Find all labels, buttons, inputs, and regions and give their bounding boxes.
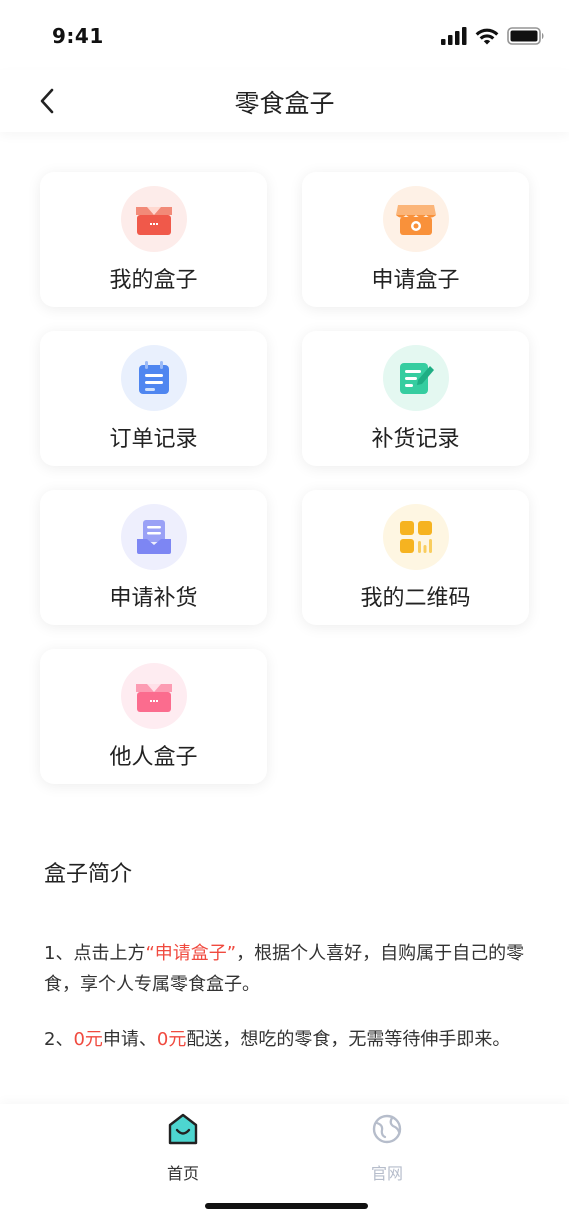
intro-title: 盒子简介 (44, 862, 133, 887)
tile-my-qr-code[interactable]: 我的二维码 (302, 490, 529, 625)
page-title: 零食盒子 (234, 89, 335, 118)
shop-stall-icon (382, 186, 449, 252)
intro-highlight: 0元 (156, 1029, 187, 1050)
globe-icon (372, 1114, 402, 1144)
tab-label: 官网 (370, 1164, 403, 1183)
calendar-list-icon (120, 345, 187, 411)
red-box-icon (120, 186, 187, 252)
tile-others-box[interactable]: 他人盒子 (40, 649, 267, 784)
intro-text: 1、点击上方 (44, 943, 146, 964)
tile-apply-restock[interactable]: 申请补货 (40, 490, 267, 625)
intro-highlight: 0元 (73, 1029, 103, 1050)
tile-order-records[interactable]: 订单记录 (40, 331, 267, 466)
battery-icon (507, 27, 544, 45)
intro-paragraph-2: 2、0元申请、0元配送，想吃的零食，无需等待伸手即来。 (44, 1024, 530, 1055)
tab-home[interactable]: 首页 (143, 1112, 223, 1183)
box-intro: 盒子简介 1、点击上方“申请盒子”，根据个人喜好，自购属于自己的零食，享个人专属… (44, 856, 530, 1073)
tile-apply-box[interactable]: 申请盒子 (302, 172, 529, 307)
tile-label: 申请补货 (109, 586, 198, 611)
tile-label: 他人盒子 (109, 745, 198, 770)
tile-label: 我的盒子 (109, 268, 198, 293)
tile-label: 申请盒子 (371, 268, 460, 293)
tile-label: 订单记录 (109, 427, 198, 452)
status-bar: 9:41 (0, 0, 569, 70)
qr-grid-icon (382, 504, 449, 570)
status-icons (441, 26, 545, 46)
home-icon (168, 1113, 198, 1145)
tab-label: 首页 (166, 1164, 199, 1183)
intro-highlight: “申请盒子” (145, 943, 237, 964)
intro-text: 申请、 (102, 1029, 157, 1050)
tile-my-box[interactable]: 我的盒子 (40, 172, 267, 307)
intro-paragraph-1: 1、点击上方“申请盒子”，根据个人喜好，自购属于自己的零食，享个人专属零食盒子。 (44, 938, 530, 1000)
nav-bar: 零食盒子 (0, 70, 569, 132)
status-time: 9:41 (52, 24, 104, 48)
tile-label: 我的二维码 (360, 586, 471, 611)
tab-official-site[interactable]: 官网 (347, 1112, 427, 1183)
pink-box-icon (120, 663, 187, 729)
inbox-tray-icon (120, 504, 187, 570)
wifi-icon (475, 28, 499, 45)
main-content: 我的盒子 申请盒子 订单记录 补货记录 申请补货 我的二维码 他人盒子 盒子简介… (0, 132, 569, 1104)
note-edit-icon (382, 345, 449, 411)
home-indicator (205, 1203, 368, 1209)
intro-text: 2、 (44, 1029, 74, 1050)
tile-label: 补货记录 (371, 427, 460, 452)
intro-text: 配送，想吃的零食，无需等待伸手即来。 (186, 1029, 511, 1050)
tile-restock-records[interactable]: 补货记录 (302, 331, 529, 466)
signal-icon (441, 27, 467, 45)
tab-bar: 首页 官网 (0, 1104, 569, 1231)
